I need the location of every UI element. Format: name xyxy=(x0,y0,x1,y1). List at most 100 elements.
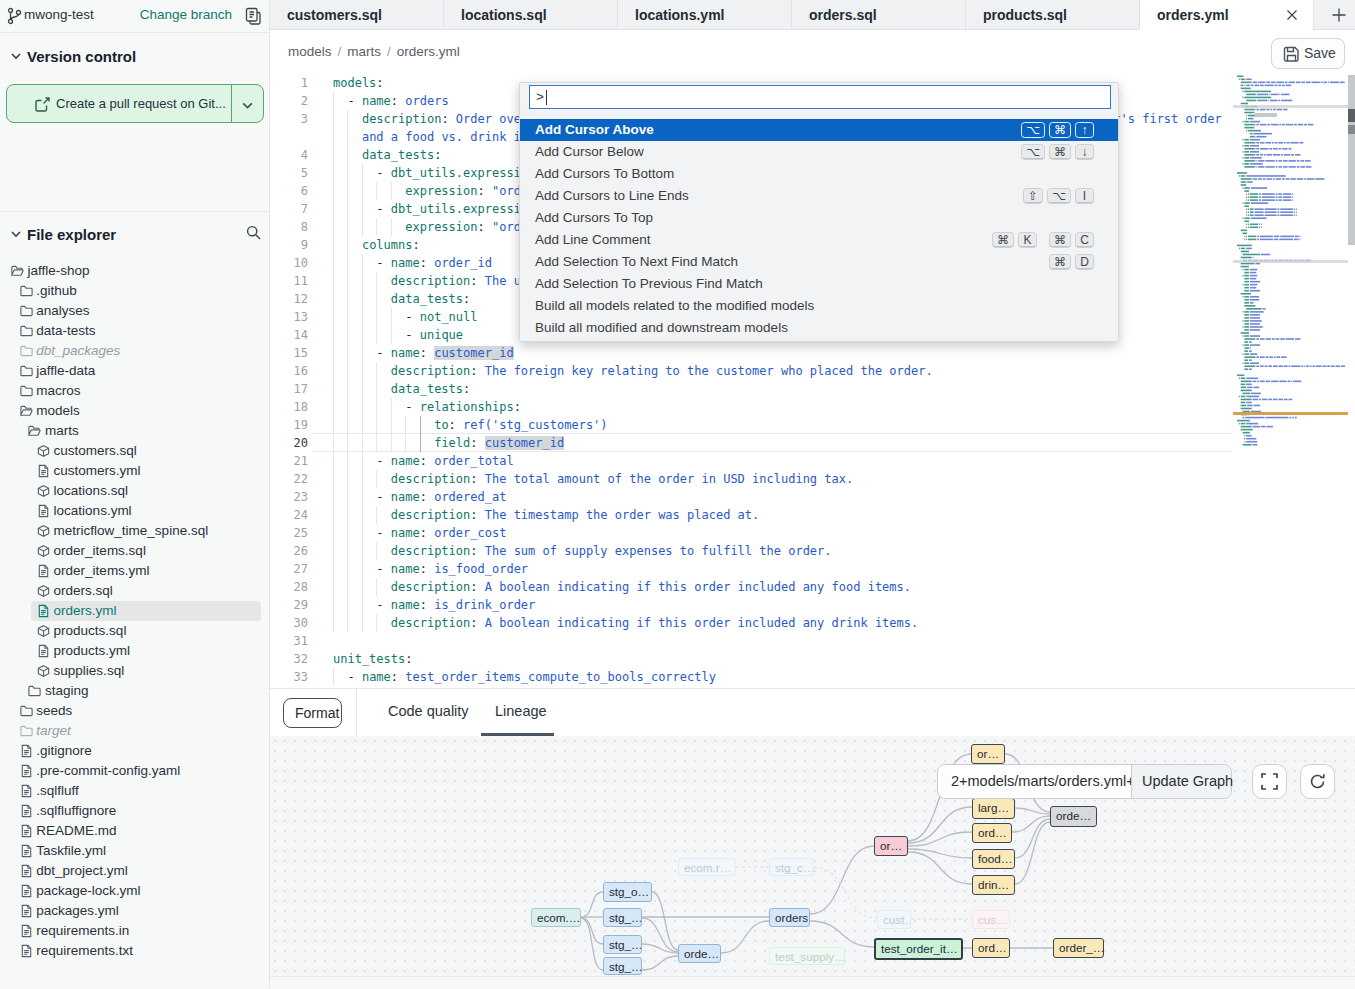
tree-item-macros[interactable]: macros xyxy=(0,381,269,401)
tree-item-dbt-project.yml[interactable]: dbt_project.yml xyxy=(0,861,269,881)
tab-locations.yml[interactable]: locations.yml xyxy=(618,0,792,30)
tree-item-customers.yml[interactable]: customers.yml xyxy=(0,461,269,481)
lineage-node-ord_b[interactable]: ord… xyxy=(972,938,1010,958)
tree-item-models[interactable]: models xyxy=(0,401,269,421)
tree-item-data-tests[interactable]: data-tests xyxy=(0,321,269,341)
lineage-node-ecom[interactable]: ecom.… xyxy=(531,908,581,927)
panel-tab-lineage[interactable]: Lineage xyxy=(481,689,554,736)
tree-item-seeds[interactable]: seeds xyxy=(0,701,269,721)
format-button[interactable]: Format xyxy=(283,698,342,728)
palette-item-add-cursors-to-top[interactable]: Add Cursors To Top xyxy=(520,207,1118,229)
palette-item-add-line-comment[interactable]: Add Line Comment⌘K⌘C xyxy=(520,229,1118,251)
lineage-node-drin[interactable]: drin… xyxy=(972,875,1015,895)
copy-icon[interactable] xyxy=(245,7,262,26)
tree-item-.gitignore[interactable]: .gitignore xyxy=(0,741,269,761)
file-icon xyxy=(36,504,51,518)
pr-dropdown-chevron-icon[interactable] xyxy=(241,99,254,112)
lineage-node-pink[interactable]: or… xyxy=(874,836,908,856)
lineage-node-ord_m[interactable]: ord… xyxy=(972,823,1012,843)
tree-item-jaffle-data[interactable]: jaffle-data xyxy=(0,361,269,381)
graph-selector-input[interactable]: 2+models/marts/orders.yml+ xyxy=(938,765,1131,798)
lineage-node-cust[interactable]: cust… xyxy=(877,910,911,929)
lineage-node-stgc[interactable]: stg_c… xyxy=(769,858,814,876)
version-control-section[interactable]: Version control xyxy=(0,46,269,68)
tree-item-requirements.in[interactable]: requirements.in xyxy=(0,921,269,941)
new-tab-icon[interactable] xyxy=(1330,6,1348,24)
lineage-node-saved[interactable]: orde… xyxy=(1050,806,1097,827)
tree-item-jaffle-shop[interactable]: jaffle-shop xyxy=(0,261,269,281)
lineage-node-tsup[interactable]: test_supply… xyxy=(769,947,845,965)
tree-item-orders.yml[interactable]: orders.yml xyxy=(0,601,269,621)
tab-products.sql[interactable]: products.sql xyxy=(966,0,1140,30)
keycap: ⌘ xyxy=(992,232,1014,248)
palette-item-add-cursor-above[interactable]: Add Cursor Above⌥⌘↑ xyxy=(520,119,1118,141)
tab-orders.sql[interactable]: orders.sql xyxy=(792,0,966,30)
tree-item-products.sql[interactable]: products.sql xyxy=(0,621,269,641)
lineage-node-stg4[interactable]: stg_… xyxy=(603,957,642,975)
lineage-canvas[interactable]: ecom.… stg_o… stg_… stg_… stg_… orde… orders ec… xyxy=(270,736,1355,976)
close-icon[interactable] xyxy=(1284,7,1300,23)
palette-item-add-cursor-below[interactable]: Add Cursor Below⌥⌘↓ xyxy=(520,141,1118,163)
change-branch-link[interactable]: Change branch xyxy=(140,7,232,22)
tree-item-locations.yml[interactable]: locations.yml xyxy=(0,501,269,521)
create-pr-button[interactable]: Create a pull request on Git... xyxy=(6,84,264,123)
tree-item-label: target xyxy=(36,723,71,738)
tree-item-locations.sql[interactable]: locations.sql xyxy=(0,481,269,501)
palette-item-add-cursors-to-line-ends[interactable]: Add Cursors to Line Ends⇧⌥I xyxy=(520,185,1118,207)
tab-orders.yml[interactable]: orders.yml xyxy=(1139,0,1314,31)
lineage-node-larg[interactable]: larg… xyxy=(972,798,1015,819)
lineage-node-test[interactable]: test_order_it… xyxy=(874,938,963,960)
tree-item-.sqlfluff[interactable]: .sqlfluff xyxy=(0,781,269,801)
editor-scrollbar[interactable] xyxy=(1348,75,1355,688)
tree-item-.github[interactable]: .github xyxy=(0,281,269,301)
lineage-node-food[interactable]: food… xyxy=(972,849,1015,869)
scrollbar-thumb[interactable] xyxy=(1348,75,1355,245)
lineage-node-top_or[interactable]: or… xyxy=(971,744,1005,764)
tree-item-supplies.sql[interactable]: supplies.sql xyxy=(0,661,269,681)
tree-item-requirements.txt[interactable]: requirements.txt xyxy=(0,941,269,961)
tree-item-customers.sql[interactable]: customers.sql xyxy=(0,441,269,461)
palette-item-add-selection-to-next-find-match[interactable]: Add Selection To Next Find Match⌘D xyxy=(520,251,1118,273)
lineage-node-orde2[interactable]: orde… xyxy=(678,944,721,963)
palette-item-build-all-modified-and-downstream-models[interactable]: Build all modified and downstream models xyxy=(520,317,1118,339)
palette-item-add-cursors-to-bottom[interactable]: Add Cursors To Bottom xyxy=(520,163,1118,185)
tree-item-metricflow-time-spine.sql[interactable]: metricflow_time_spine.sql xyxy=(0,521,269,541)
tree-item-target[interactable]: target xyxy=(0,721,269,741)
palette-item-add-selection-to-previous-find-match[interactable]: Add Selection To Previous Find Match xyxy=(520,273,1118,295)
tree-item-order-items.sql[interactable]: order_items.sql xyxy=(0,541,269,561)
lineage-node-ecomr[interactable]: ecom.r… xyxy=(678,858,736,876)
fullscreen-button[interactable] xyxy=(1252,764,1287,799)
tree-item-dbt-packages[interactable]: dbt_packages xyxy=(0,341,269,361)
tab-locations.sql[interactable]: locations.sql xyxy=(444,0,618,30)
minimap[interactable] xyxy=(1233,75,1348,688)
tree-item-packages.yml[interactable]: packages.yml xyxy=(0,901,269,921)
tree-item-order-items.yml[interactable]: order_items.yml xyxy=(0,561,269,581)
tree-item-README.md[interactable]: README.md xyxy=(0,821,269,841)
tab-label: customers.sql xyxy=(287,7,382,23)
panel-tab-code-quality[interactable]: Code quality xyxy=(374,689,479,736)
tree-item-analyses[interactable]: analyses xyxy=(0,301,269,321)
refresh-button[interactable] xyxy=(1300,764,1335,799)
tree-item-staging[interactable]: staging xyxy=(0,681,269,701)
lineage-node-stg2[interactable]: stg_… xyxy=(603,908,642,927)
tree-item-.pre-commit-config.yaml[interactable]: .pre-commit-config.yaml xyxy=(0,761,269,781)
tree-item-marts[interactable]: marts xyxy=(0,421,269,441)
lineage-node-cus[interactable]: cus… xyxy=(972,910,1010,929)
file-explorer-section[interactable]: File explorer xyxy=(0,224,269,246)
tree-item-label: locations.yml xyxy=(54,503,132,518)
lineage-node-orders[interactable]: orders xyxy=(769,908,810,927)
command-palette-input[interactable]: > xyxy=(529,85,1111,109)
tree-item-orders.sql[interactable]: orders.sql xyxy=(0,581,269,601)
tree-item-.sqlfluffignore[interactable]: .sqlfluffignore xyxy=(0,801,269,821)
tree-item-products.yml[interactable]: products.yml xyxy=(0,641,269,661)
lineage-node-stgo[interactable]: stg_o… xyxy=(603,882,652,902)
tab-customers.sql[interactable]: customers.sql xyxy=(270,0,444,30)
update-graph-button[interactable]: Update Graph xyxy=(1131,765,1231,798)
search-icon[interactable] xyxy=(246,225,261,240)
lineage-node-order_[interactable]: order_… xyxy=(1053,938,1104,958)
tree-item-package-lock.yml[interactable]: package-lock.yml xyxy=(0,881,269,901)
palette-item-build-all-models-related-to-the-modified-models[interactable]: Build all models related to the modified… xyxy=(520,295,1118,317)
save-button[interactable]: Save xyxy=(1271,38,1345,69)
lineage-node-stg3[interactable]: stg_… xyxy=(603,935,642,954)
tree-item-Taskfile.yml[interactable]: Taskfile.yml xyxy=(0,841,269,861)
